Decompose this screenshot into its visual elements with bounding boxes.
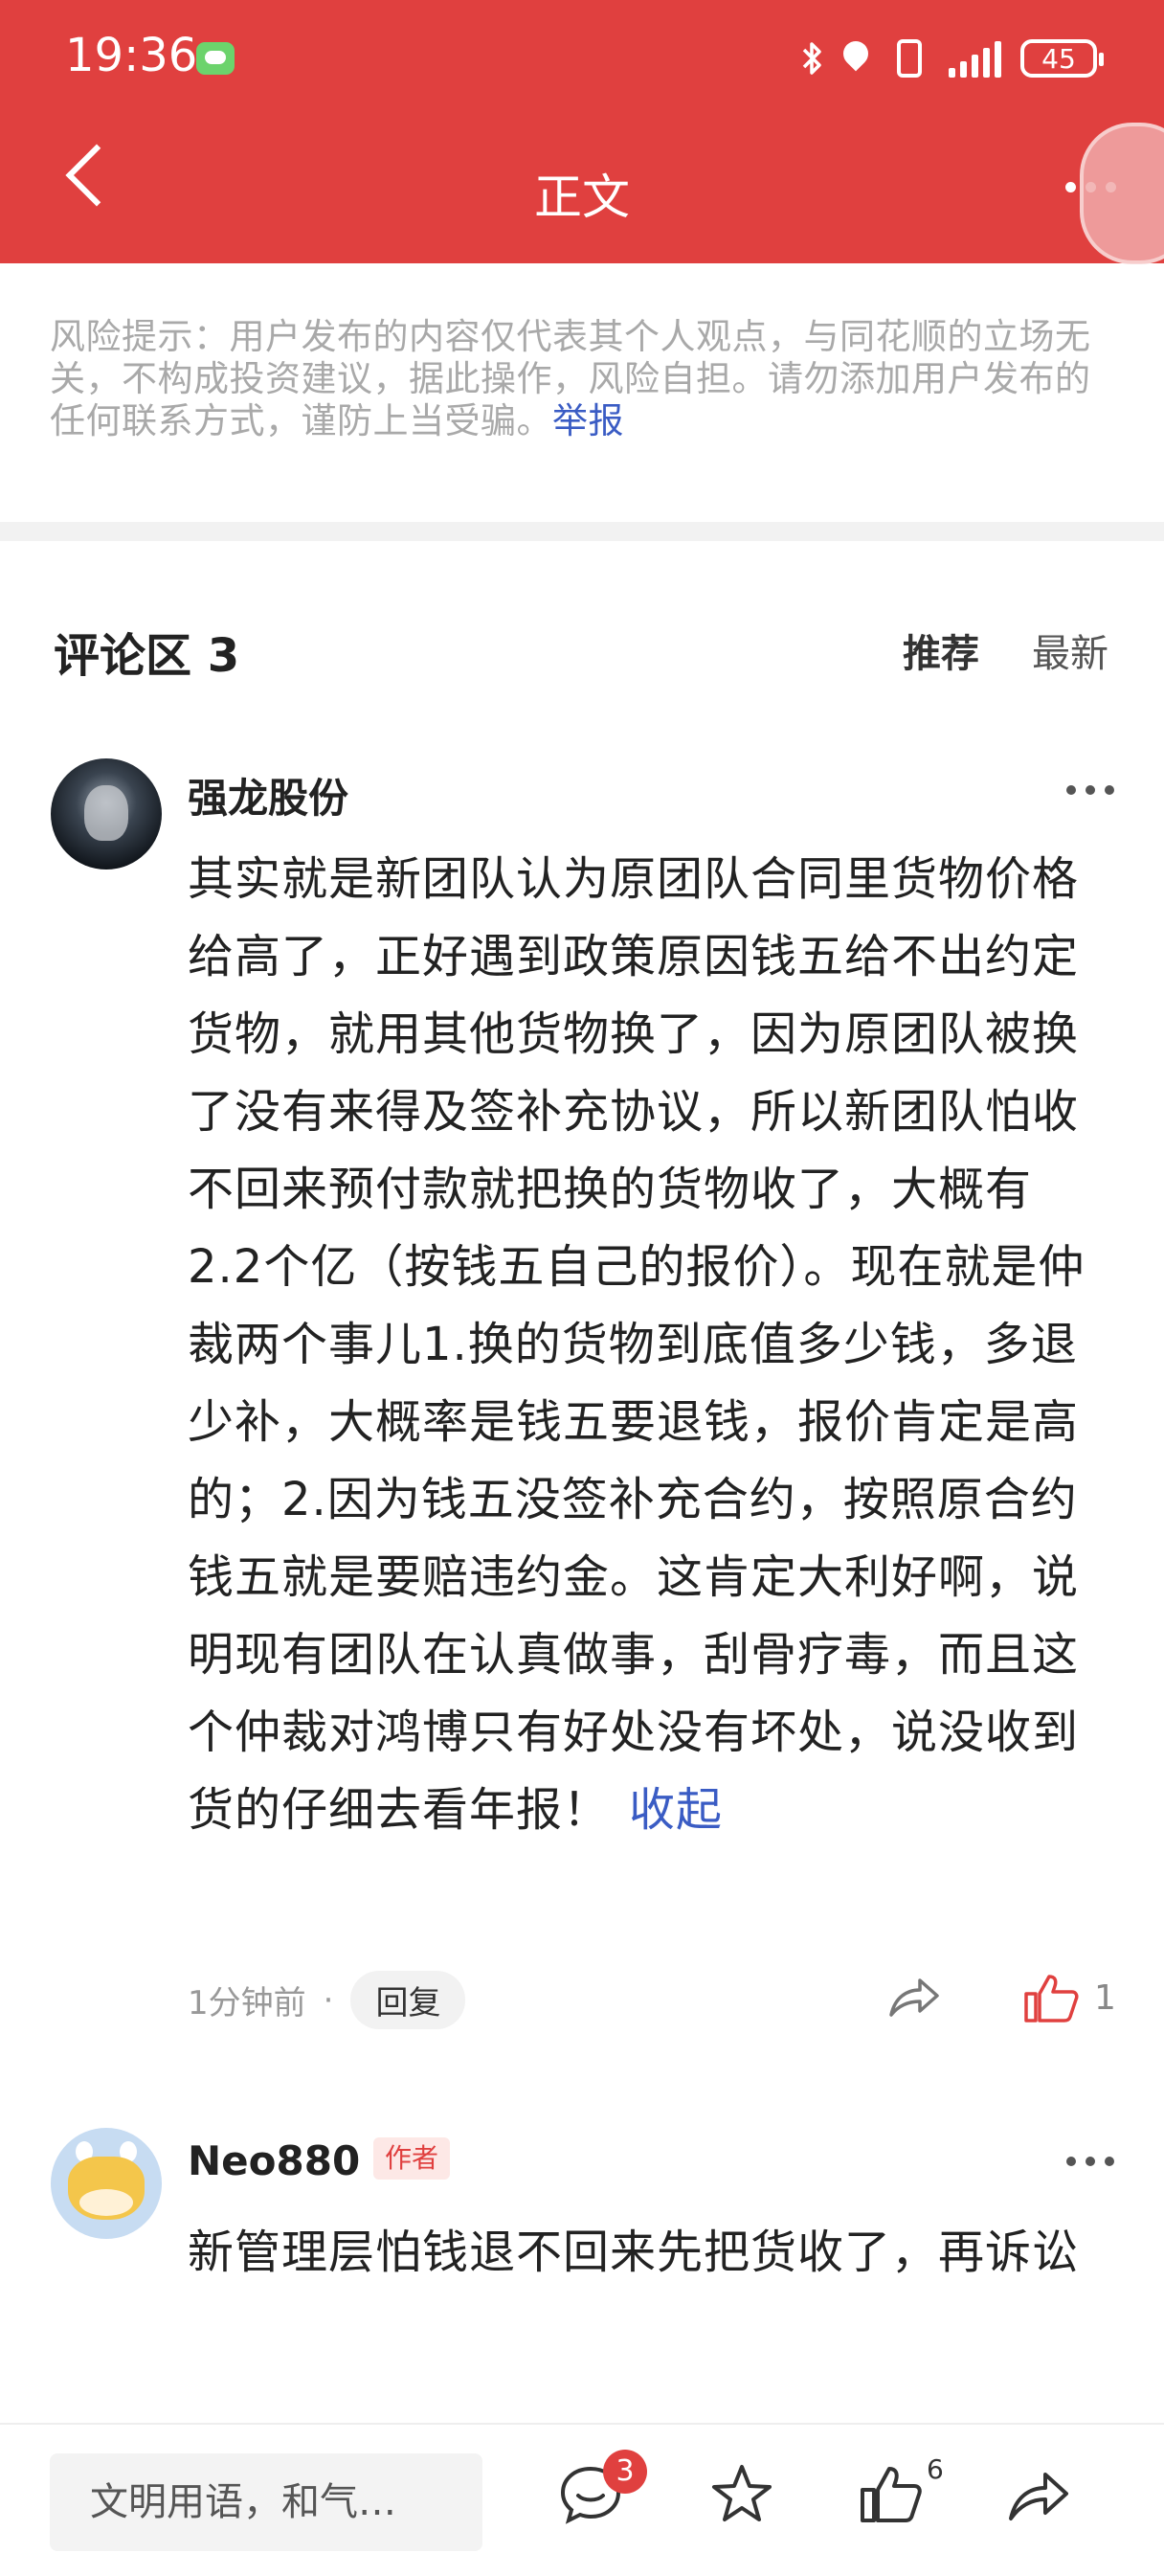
sort-latest-tab[interactable]: 最新 — [1032, 622, 1108, 678]
comment-more-icon[interactable] — [1066, 785, 1114, 795]
avatar[interactable] — [51, 2128, 162, 2239]
section-divider — [0, 522, 1164, 541]
comment-count-badge: 3 — [603, 2450, 647, 2494]
comment-username[interactable]: 强龙股份 — [188, 766, 348, 825]
like-count: 1 — [1094, 1978, 1116, 2018]
bottom-action-bar: 文明用语，和气… 3 6 — [0, 2423, 1164, 2576]
bluetooth-icon — [801, 39, 822, 78]
sort-recommended-tab[interactable]: 推荐 — [903, 622, 979, 678]
collapse-link[interactable]: 收起 — [629, 1783, 723, 1837]
author-badge: 作者 — [373, 2137, 451, 2180]
share-icon[interactable] — [1005, 2461, 1072, 2528]
comment-username[interactable]: Neo880 — [188, 2137, 360, 2184]
risk-notice: 风险提示：用户发布的内容仅代表其个人观点，与同花顺的立场无关，不构成投资建议，据… — [50, 316, 1122, 442]
comment-time: 1分钟前 — [188, 1984, 306, 2022]
comment-text: 其实就是新团队认为原团队合同里货物价格给高了，正好遇到政策原因钱五给不出约定货物… — [188, 841, 1097, 1849]
comment-meta: 1分钟前 · 回复 — [188, 1971, 466, 2029]
status-time: 19:36 — [65, 29, 198, 82]
comment-body: 其实就是新团队认为原团队合同里货物价格给高了，正好遇到政策原因钱五给不出约定货物… — [188, 852, 1086, 1837]
battery-icon: 45 — [1020, 39, 1104, 78]
comment-text: 新管理层怕钱退不回来先把货收了，再诉讼 — [188, 2226, 1080, 2279]
comment-more-icon[interactable] — [1066, 2157, 1114, 2166]
battery-level: 45 — [1041, 42, 1076, 75]
comments-title: 评论区 3 — [54, 629, 240, 683]
status-icons: 45 — [801, 36, 1104, 80]
like-count: 6 — [927, 2453, 944, 2485]
floating-assistant-button[interactable] — [1080, 123, 1164, 264]
reply-button[interactable]: 回复 — [350, 1971, 466, 2029]
page-title: 正文 — [534, 169, 630, 225]
like-icon[interactable] — [1022, 1973, 1080, 2024]
like-icon[interactable] — [857, 2461, 924, 2528]
location-icon — [841, 39, 870, 78]
cow-avatar-icon — [68, 2157, 145, 2220]
comment-input[interactable]: 文明用语，和气… — [50, 2453, 482, 2551]
vibrate-icon — [897, 39, 922, 78]
wechat-notification-icon — [196, 42, 235, 75]
report-link[interactable]: 举报 — [552, 400, 624, 441]
avatar[interactable] — [51, 758, 162, 870]
share-icon[interactable] — [885, 1973, 943, 2021]
favorite-star-icon[interactable] — [708, 2461, 775, 2528]
signal-icon — [949, 39, 1001, 78]
top-header: 19:36 45 正文 — [0, 0, 1164, 264]
meta-separator: · — [323, 1980, 334, 2020]
